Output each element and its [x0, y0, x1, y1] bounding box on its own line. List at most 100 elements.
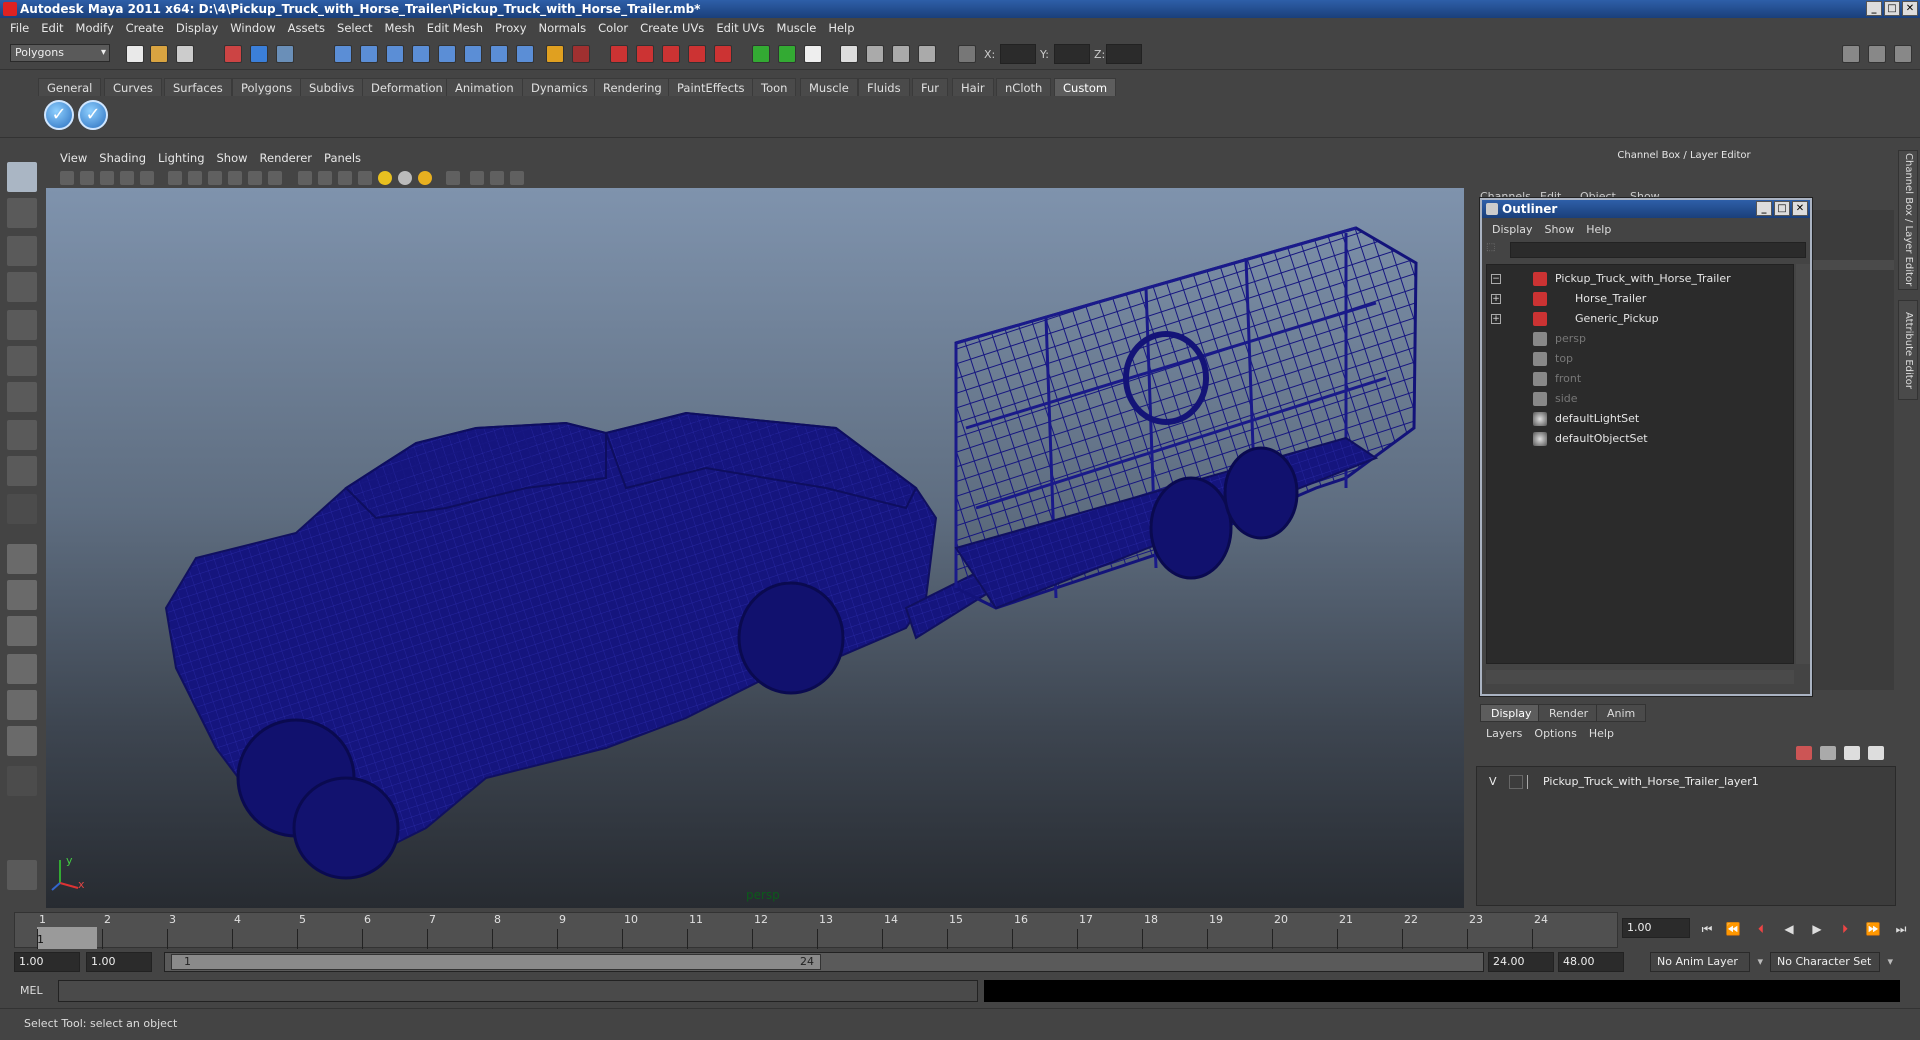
shelf-tab-curves[interactable]: Curves	[104, 78, 162, 96]
close-button[interactable]: ✕	[1902, 1, 1918, 16]
current-frame-marker[interactable]	[37, 927, 97, 949]
last-tool-icon[interactable]	[7, 494, 37, 524]
snap-surface-icon[interactable]	[464, 45, 482, 63]
select-hierarchy-icon[interactable]	[224, 45, 242, 63]
expand-icon[interactable]: +	[1491, 314, 1501, 324]
range-slider-handle[interactable]: 1 24	[171, 954, 821, 970]
character-set-dropdown[interactable]: No Character Set	[1770, 952, 1893, 972]
step-back-key-button[interactable]: ⏴	[1750, 920, 1772, 938]
lock-icon[interactable]	[546, 45, 564, 63]
animation-end-field[interactable]: 48.00	[1558, 952, 1624, 972]
side-tab-attribute-editor[interactable]: Attribute Editor	[1898, 300, 1918, 400]
snap-point-icon[interactable]	[386, 45, 404, 63]
command-input[interactable]	[58, 980, 978, 1002]
play-backwards-button[interactable]: ◀	[1778, 920, 1800, 938]
le-menu-help[interactable]: Help	[1583, 727, 1620, 740]
outliner-vertical-scrollbar[interactable]	[1796, 264, 1810, 664]
menu-edit-uvs[interactable]: Edit UVs	[710, 21, 770, 35]
ol-menu-show[interactable]: Show	[1539, 223, 1581, 236]
outliner-title-bar[interactable]: Outliner _ □ ✕	[1482, 200, 1810, 218]
menu-create-uvs[interactable]: Create UVs	[634, 21, 710, 35]
shelf-tab-custom[interactable]: Custom	[1054, 78, 1117, 96]
select-object-icon[interactable]	[250, 45, 268, 63]
collapse-icon[interactable]: −	[1491, 274, 1501, 284]
shelf-tab-toon[interactable]: Toon	[752, 78, 797, 96]
xray-components-icon[interactable]	[510, 171, 524, 185]
y-field[interactable]	[1054, 44, 1090, 64]
vp-menu-panels[interactable]: Panels	[318, 151, 367, 165]
layout-persp-outliner-icon[interactable]	[892, 45, 910, 63]
layout-quad-icon[interactable]	[866, 45, 884, 63]
hypershade-icon[interactable]	[688, 45, 706, 63]
step-forward-key-button[interactable]: ⏵	[1834, 920, 1856, 938]
outliner-item[interactable]: + Horse_Trailer	[1487, 289, 1787, 309]
soft-mod-tool-icon[interactable]	[7, 420, 37, 450]
layout-single-perspective-icon[interactable]	[7, 544, 37, 574]
safe-title-icon[interactable]	[268, 171, 282, 185]
menu-proxy[interactable]: Proxy	[489, 21, 533, 35]
menu-muscle[interactable]: Muscle	[771, 21, 823, 35]
render-settings-icon[interactable]	[662, 45, 680, 63]
step-forward-button[interactable]: ⏩	[1862, 920, 1884, 938]
select-component-icon[interactable]	[276, 45, 294, 63]
render-view-icon[interactable]	[714, 45, 732, 63]
play-forwards-button[interactable]: ▶	[1806, 920, 1828, 938]
menu-file[interactable]: File	[4, 21, 35, 35]
bookmark-icon[interactable]	[100, 171, 114, 185]
snap-curve-icon[interactable]	[360, 45, 378, 63]
image-plane-icon[interactable]	[120, 171, 134, 185]
film-gate-icon[interactable]	[168, 171, 182, 185]
outliner-item[interactable]: top	[1487, 349, 1787, 369]
selection-mask-icon[interactable]	[804, 45, 822, 63]
outliner-item[interactable]: defaultObjectSet	[1487, 429, 1787, 449]
xray-joints-icon[interactable]	[490, 171, 504, 185]
ol-menu-help[interactable]: Help	[1580, 223, 1617, 236]
make-live-icon[interactable]	[438, 45, 456, 63]
vp-menu-show[interactable]: Show	[211, 151, 254, 165]
layer-tab-render[interactable]: Render	[1538, 704, 1600, 722]
manipulator-tool-icon[interactable]	[7, 382, 37, 412]
layer-tab-display[interactable]: Display	[1480, 704, 1543, 722]
minimize-button[interactable]: _	[1866, 1, 1882, 16]
le-menu-options[interactable]: Options	[1528, 727, 1582, 740]
shelf-tab-fluids[interactable]: Fluids	[858, 78, 910, 96]
filter-icon[interactable]: ⬚	[1486, 242, 1504, 258]
snap-icon[interactable]	[490, 45, 508, 63]
layout-persp-graph-outliner-icon[interactable]	[7, 726, 37, 756]
go-to-start-button[interactable]: ⏮	[1696, 920, 1718, 938]
camera-lock-icon[interactable]	[80, 171, 94, 185]
shelf-tab-hair[interactable]: Hair	[952, 78, 994, 96]
layout-hypershade-icon[interactable]	[7, 690, 37, 720]
grid-icon[interactable]	[140, 171, 154, 185]
wireframe-on-shaded-icon[interactable]	[338, 171, 352, 185]
outliner-item[interactable]: front	[1487, 369, 1787, 389]
shelf-tab-animation[interactable]: Animation	[446, 78, 523, 96]
shelf-tab-muscle[interactable]: Muscle	[800, 78, 858, 96]
outliner-search-input[interactable]	[1510, 242, 1806, 258]
outliner-close-button[interactable]: ✕	[1792, 201, 1808, 216]
isolate-select-icon[interactable]	[446, 171, 460, 185]
layout-single-icon[interactable]	[840, 45, 858, 63]
camera-select-icon[interactable]	[60, 171, 74, 185]
ipr-render-icon[interactable]	[636, 45, 654, 63]
range-slider[interactable]: 1 24	[164, 952, 1484, 972]
outliner-item[interactable]: defaultLightSet	[1487, 409, 1787, 429]
menu-mesh[interactable]: Mesh	[379, 21, 421, 35]
outliner-minimize-button[interactable]: _	[1756, 201, 1772, 216]
maximize-button[interactable]: □	[1884, 1, 1900, 16]
snap-grid-icon[interactable]	[334, 45, 352, 63]
animation-start-field[interactable]: 1.00	[14, 952, 80, 972]
shelf-tab-rendering[interactable]: Rendering	[594, 78, 671, 96]
anim-layer-dropdown[interactable]: No Anim Layer	[1650, 952, 1763, 972]
menu-edit-mesh[interactable]: Edit Mesh	[421, 21, 489, 35]
safe-action-icon[interactable]	[248, 171, 262, 185]
help-query-icon[interactable]	[516, 45, 534, 63]
lasso-tool-icon[interactable]	[7, 198, 37, 228]
open-scene-icon[interactable]	[150, 45, 168, 63]
outliner-maximize-button[interactable]: □	[1774, 201, 1790, 216]
current-frame-field[interactable]: 1.00	[1622, 918, 1690, 938]
side-tab-channel-box[interactable]: Channel Box / Layer Editor	[1898, 150, 1918, 290]
vp-menu-shading[interactable]: Shading	[93, 151, 152, 165]
new-layer-selected-icon[interactable]	[1820, 746, 1836, 760]
toggle-tool-settings-icon[interactable]	[1868, 45, 1886, 63]
